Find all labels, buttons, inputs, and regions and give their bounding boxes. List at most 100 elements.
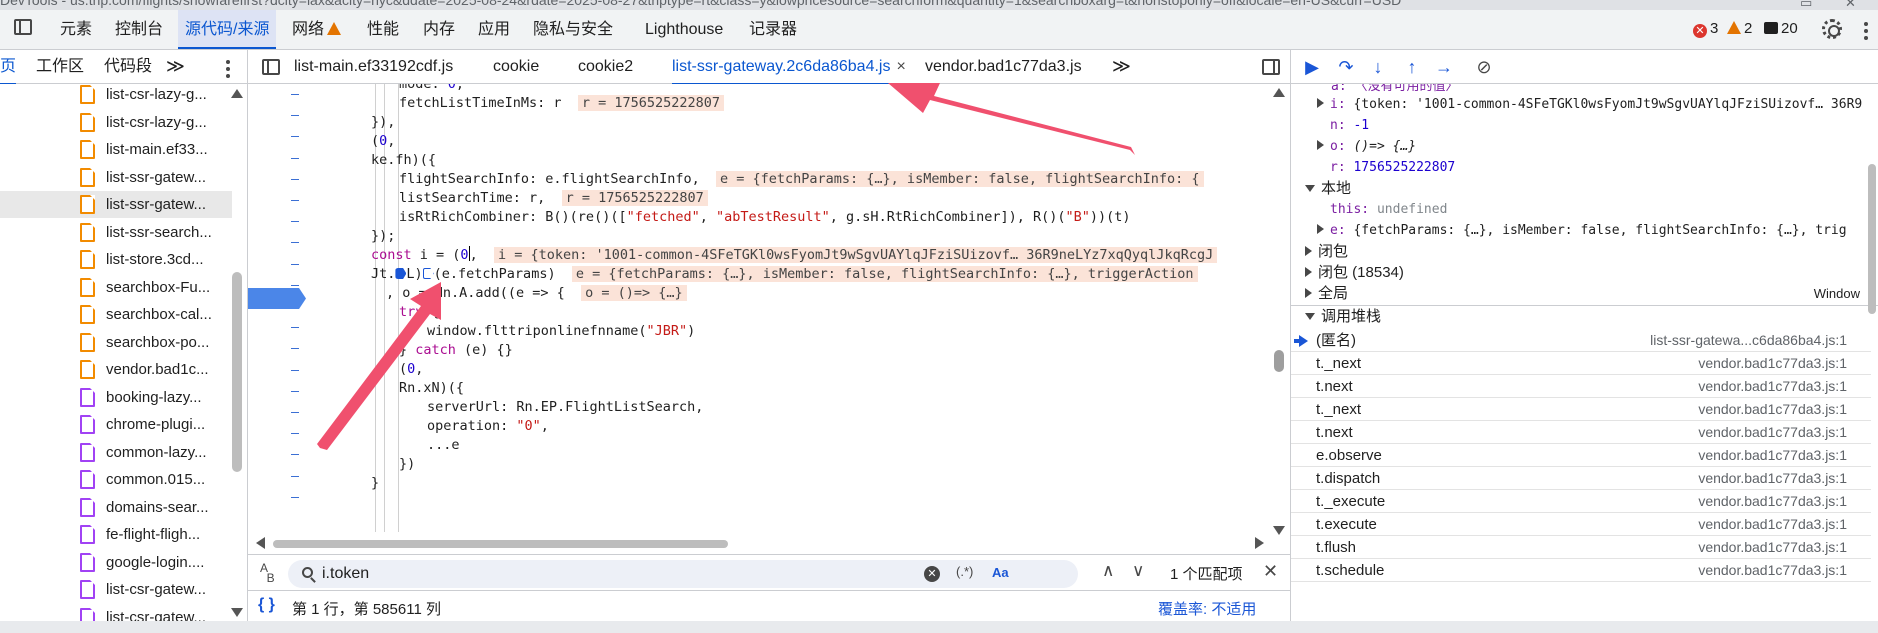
tab-privacy-security[interactable]: 隐私与安全 [533, 10, 613, 49]
scope-local-header[interactable]: 本地 [1305, 178, 1351, 199]
scope-closure-header[interactable]: 闭包 [1305, 241, 1348, 262]
editor-scroll-left-icon[interactable] [256, 537, 265, 549]
file-item[interactable]: chrome-plugi... [0, 411, 232, 438]
dock-side-icon[interactable] [14, 19, 32, 35]
expand-icon[interactable] [1305, 246, 1312, 256]
nav-more-tabs-icon[interactable]: ≫ [166, 50, 185, 83]
editor-tab-vendor[interactable]: vendor.bad1c77da3.js [925, 50, 1082, 83]
frame-location-link[interactable]: vendor.bad1c77da3.js:1 [1698, 398, 1847, 421]
expand-icon[interactable] [1317, 98, 1324, 108]
file-item[interactable]: domains-sear... [0, 494, 232, 521]
file-item[interactable]: booking-lazy... [0, 384, 232, 411]
file-item[interactable]: vendor.bad1c... [0, 356, 232, 383]
code-editor[interactable]: mode: 0, fetchListTimeInMs: r r = 175652… [248, 84, 1290, 538]
next-match-icon[interactable]: ∨ [1132, 561, 1144, 581]
match-case-toggle[interactable]: Aa [992, 565, 1009, 580]
editor-scroll-up-icon[interactable] [1273, 88, 1285, 97]
tab-performance[interactable]: 性能 [367, 10, 399, 49]
editor-more-tabs-icon[interactable]: ≫ [1112, 50, 1131, 83]
deactivate-breakpoints-icon[interactable]: ⊘ [1473, 58, 1495, 76]
previous-match-icon[interactable]: ∧ [1102, 561, 1114, 581]
cursor-position[interactable]: 第 1 行，第 585611 列 [292, 598, 441, 619]
file-item[interactable]: list-csr-lazy-g... [0, 84, 232, 108]
search-input[interactable] [322, 564, 922, 584]
file-item[interactable]: searchbox-Fu... [0, 274, 232, 301]
frame-location-link[interactable]: vendor.bad1c77da3.js:1 [1698, 352, 1847, 375]
frame-location-link[interactable]: vendor.bad1c77da3.js:1 [1698, 444, 1847, 467]
call-stack-frame[interactable]: t.execute vendor.bad1c77da3.js:1 [1291, 513, 1871, 536]
editor-tab-cookie[interactable]: cookie [493, 50, 539, 83]
call-stack-frame[interactable]: t._execute vendor.bad1c77da3.js:1 [1291, 490, 1871, 513]
file-item[interactable]: list-ssr-gatew... [0, 164, 232, 191]
tab-recorder[interactable]: 记录器 [749, 10, 797, 49]
step-icon[interactable]: → [1433, 58, 1455, 76]
nav-tab-snippets[interactable]: 代码段 [104, 50, 152, 83]
call-stack-frame[interactable]: t.dispatch vendor.bad1c77da3.js:1 [1291, 467, 1871, 490]
editor-scroll-down-icon[interactable] [1273, 526, 1285, 535]
more-options-icon[interactable] [1864, 22, 1868, 43]
close-tab-icon[interactable]: × [896, 58, 905, 75]
tab-sources[interactable]: 源代码/来源 [178, 10, 277, 49]
replace-toggle-icon[interactable]: A B [260, 562, 275, 584]
toggle-navigator-icon[interactable] [262, 59, 280, 75]
close-window-icon[interactable]: ✕ [1845, 0, 1856, 10]
tab-console[interactable]: 控制台 [115, 10, 163, 49]
tab-network[interactable]: 网络 [292, 10, 342, 49]
code-content[interactable]: mode: 0, fetchListTimeInMs: r r = 175652… [358, 84, 1278, 532]
scope-var-o[interactable]: o: ()=> {…} [1317, 136, 1416, 157]
editor-vertical-scrollbar[interactable] [1274, 350, 1284, 372]
call-stack-header[interactable]: 调用堆栈 [1305, 306, 1381, 327]
editor-tab-cookie2[interactable]: cookie2 [578, 50, 633, 83]
file-item[interactable]: searchbox-cal... [0, 301, 232, 328]
frame-location-link[interactable]: vendor.bad1c77da3.js:1 [1698, 559, 1847, 582]
close-search-icon[interactable]: ✕ [1263, 561, 1278, 582]
inline-breakpoint-icon[interactable] [395, 268, 407, 279]
toggle-debugger-icon[interactable] [1262, 59, 1280, 75]
tree-scroll-down-icon[interactable] [231, 608, 243, 617]
file-item[interactable]: common.015... [0, 466, 232, 493]
expand-icon[interactable] [1305, 288, 1312, 298]
file-item[interactable]: list-csr-gatew... [0, 604, 232, 621]
frame-location-link[interactable]: vendor.bad1c77da3.js:1 [1698, 513, 1847, 536]
file-item[interactable]: searchbox-po... [0, 329, 232, 356]
expand-icon[interactable] [1317, 224, 1324, 234]
breakpoint-marker[interactable] [248, 288, 306, 309]
resume-icon[interactable]: ▶ [1301, 58, 1323, 76]
warning-count-badge[interactable]: 2 [1727, 20, 1752, 37]
file-item[interactable]: list-store.3cd... [0, 246, 232, 273]
file-item[interactable]: list-ssr-gatew... [0, 191, 232, 218]
expand-icon[interactable] [1317, 140, 1324, 150]
scope-global-header[interactable]: 全局 Window [1305, 283, 1860, 304]
message-count-badge[interactable]: 20 [1764, 20, 1798, 37]
call-stack-frame[interactable]: e.observe vendor.bad1c77da3.js:1 [1291, 444, 1871, 467]
tab-lighthouse[interactable]: Lighthouse [645, 10, 723, 49]
frame-location-link[interactable]: list-ssr-gatewa...c6da86ba4.js:1 [1650, 329, 1847, 352]
tree-scrollbar[interactable] [232, 272, 242, 472]
frame-location-link[interactable]: vendor.bad1c77da3.js:1 [1698, 467, 1847, 490]
call-stack-frame[interactable]: t._next vendor.bad1c77da3.js:1 [1291, 352, 1871, 375]
editor-tab-list-main[interactable]: list-main.ef33192cdf.js [294, 50, 453, 83]
sidebar-scrollbar[interactable] [1868, 164, 1876, 314]
minimize-icon[interactable]: ▭ [1800, 0, 1812, 10]
frame-location-link[interactable]: vendor.bad1c77da3.js:1 [1698, 375, 1847, 398]
error-count-badge[interactable]: ✕ 3 [1693, 20, 1718, 38]
file-item[interactable]: list-csr-gatew... [0, 576, 232, 603]
call-stack-frame[interactable]: t._next vendor.bad1c77da3.js:1 [1291, 398, 1871, 421]
clear-search-icon[interactable]: ✕ [924, 566, 940, 582]
call-stack-frame[interactable]: t.flush vendor.bad1c77da3.js:1 [1291, 536, 1871, 559]
nav-tab-workspace[interactable]: 工作区 [36, 50, 84, 83]
settings-gear-icon[interactable] [1822, 19, 1842, 39]
frame-location-link[interactable]: vendor.bad1c77da3.js:1 [1698, 490, 1847, 513]
call-stack-frame[interactable]: t.schedule vendor.bad1c77da3.js:1 [1291, 559, 1871, 582]
collapse-icon[interactable] [1305, 313, 1315, 320]
frame-location-link[interactable]: vendor.bad1c77da3.js:1 [1698, 421, 1847, 444]
inline-breakpoint-icon[interactable] [422, 268, 434, 279]
tab-memory[interactable]: 内存 [423, 10, 455, 49]
call-stack-frame[interactable]: t.next vendor.bad1c77da3.js:1 [1291, 421, 1871, 444]
scope-closure-header[interactable]: 闭包 (18534) [1305, 262, 1404, 283]
frame-location-link[interactable]: vendor.bad1c77da3.js:1 [1698, 536, 1847, 559]
coverage-status[interactable]: 覆盖率: 不适用 [1158, 598, 1256, 619]
regex-toggle[interactable]: (.*) [956, 564, 973, 579]
file-item[interactable]: list-main.ef33... [0, 136, 232, 163]
tab-application[interactable]: 应用 [478, 10, 510, 49]
